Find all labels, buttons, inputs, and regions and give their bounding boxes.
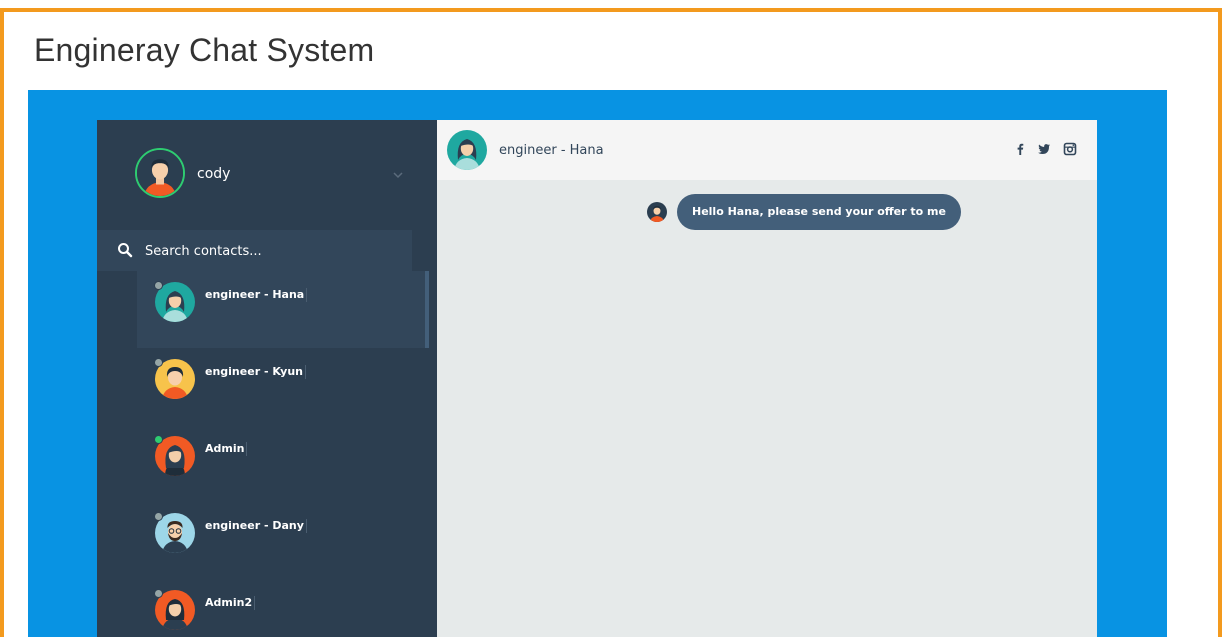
user-name: cody: [197, 166, 231, 182]
contact-item-hana[interactable]: engineer - Hana: [137, 271, 429, 348]
page-title: Engineray Chat System: [34, 32, 375, 68]
instagram-icon[interactable]: [1063, 142, 1077, 156]
contact-name: engineer - Kyun: [205, 365, 306, 379]
contact-list: engineer - Hana engineer - Kyun Admin en…: [137, 271, 429, 637]
contact-item-dany[interactable]: engineer - Dany: [137, 502, 427, 579]
chevron-down-icon[interactable]: [391, 168, 405, 182]
contact-name: Admin2: [205, 596, 256, 610]
contact-item-admin[interactable]: Admin: [137, 425, 427, 502]
chat-contact-name: engineer - Hana: [499, 143, 604, 158]
status-dot: [154, 435, 163, 444]
contact-item-admin2[interactable]: Admin2: [137, 579, 427, 637]
contact-name: engineer - Hana: [205, 288, 308, 302]
chat-contact-avatar: [447, 130, 487, 170]
user-avatar[interactable]: [135, 148, 185, 198]
contact-name: engineer - Dany: [205, 519, 307, 533]
status-dot: [154, 512, 163, 521]
facebook-icon[interactable]: [1013, 142, 1027, 156]
chat-header: engineer - Hana: [437, 120, 1097, 180]
sidebar: cody Search contacts... engineer - Hana …: [97, 120, 437, 637]
search-bar: [97, 230, 412, 271]
status-dot: [154, 589, 163, 598]
message-bubble: Hello Hana, please send your offer to me: [677, 194, 961, 230]
twitter-icon[interactable]: [1037, 142, 1051, 156]
search-icon: [117, 242, 133, 258]
message-avatar: [647, 202, 667, 222]
chat-panel: engineer - Hana Hello Hana, please send …: [437, 120, 1097, 637]
chat-app: cody Search contacts... engineer - Hana …: [97, 120, 1097, 637]
user-profile[interactable]: cody: [97, 120, 437, 228]
contact-name: Admin: [205, 442, 248, 456]
contact-item-kyun[interactable]: engineer - Kyun: [137, 348, 427, 425]
search-input[interactable]: [143, 240, 397, 262]
status-dot: [154, 281, 163, 290]
status-dot: [154, 358, 163, 367]
